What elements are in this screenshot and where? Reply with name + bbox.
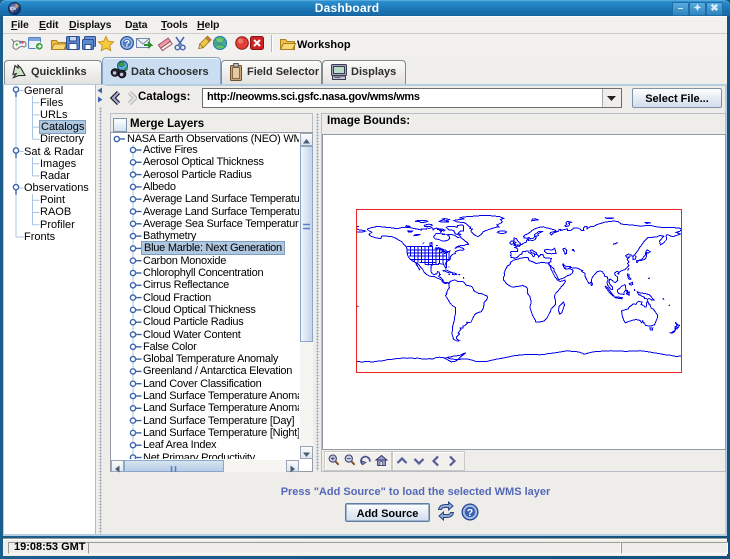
svg-text:?: ? xyxy=(124,38,130,49)
svg-text:?: ? xyxy=(467,507,473,519)
